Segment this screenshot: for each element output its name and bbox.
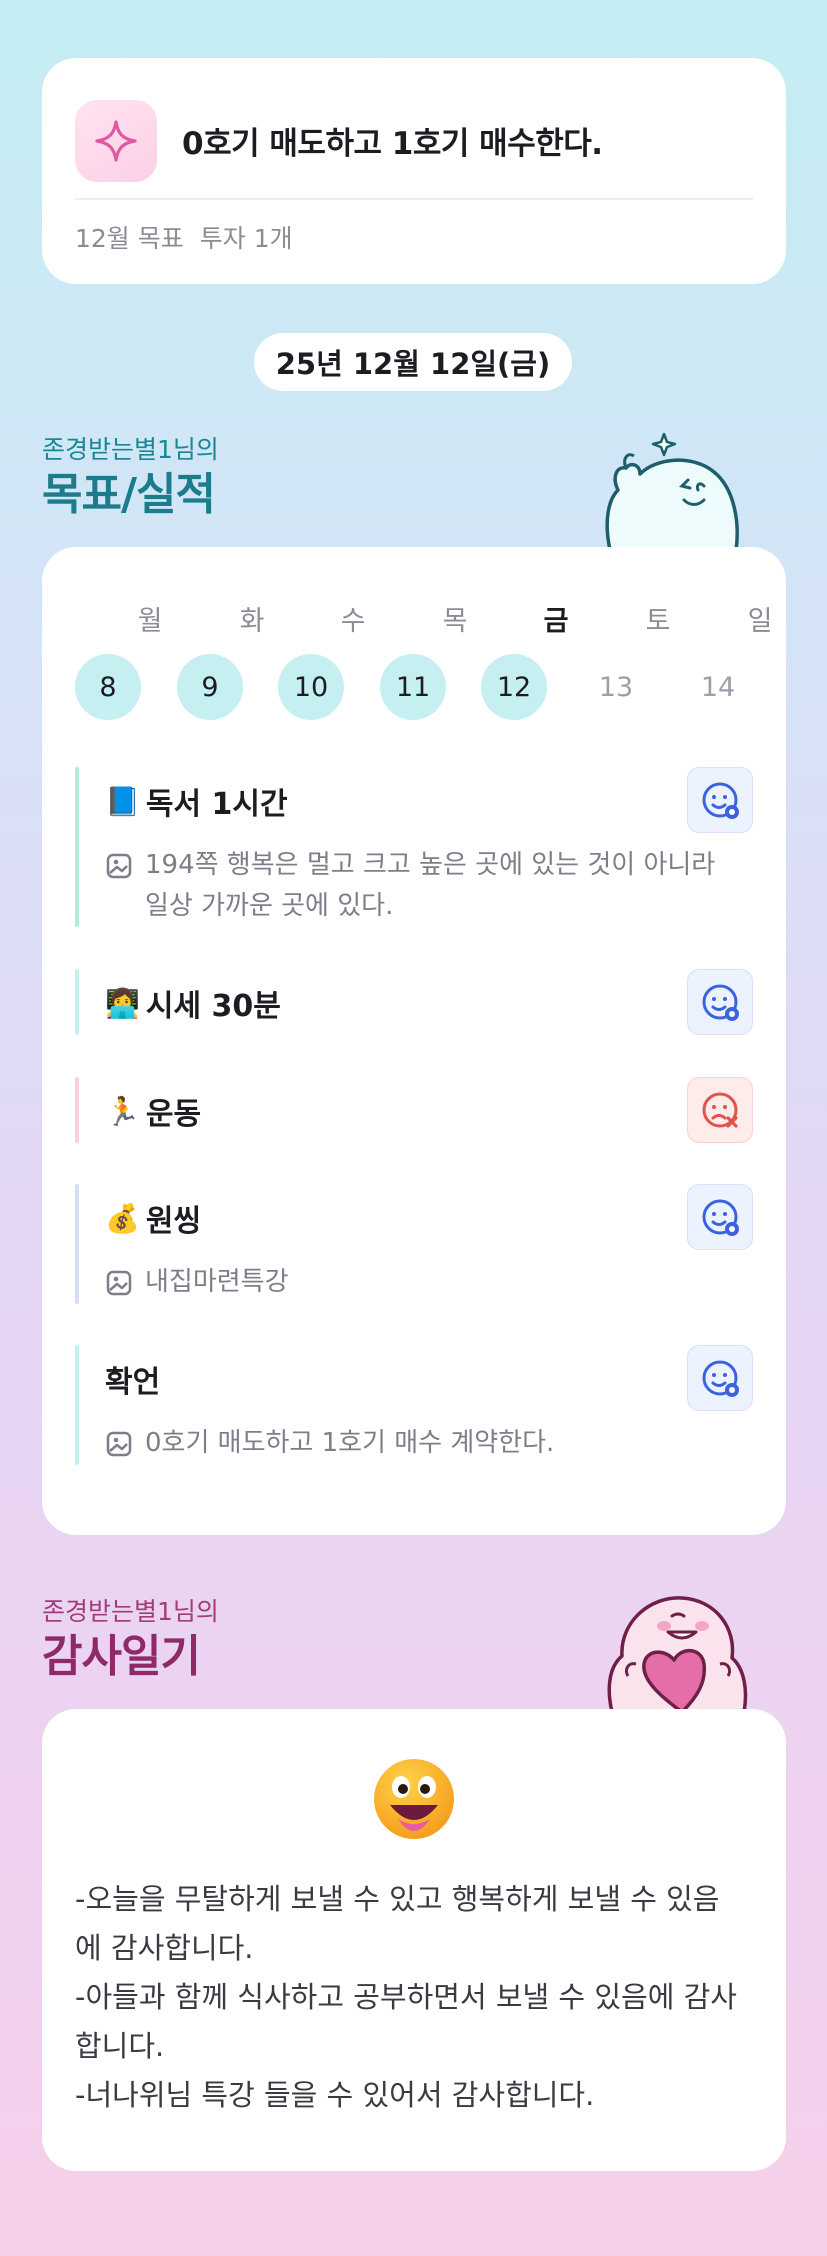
task-color-bar — [75, 1345, 79, 1465]
day-cell[interactable]: 13 — [583, 654, 649, 720]
goal-month-label: 12월 목표 — [75, 224, 184, 253]
running-person-emoji: 🏃 — [105, 1094, 140, 1128]
task-name: 독서 1시간 — [145, 787, 288, 822]
task-item-exercise[interactable]: 🏃 운동 — [75, 1077, 753, 1143]
task-color-bar — [75, 1184, 79, 1304]
gratitude-title: 감사일기 — [42, 1631, 201, 1682]
date-selector[interactable]: 25년 12월 12일(금) — [254, 333, 572, 391]
task-note-text: 0호기 매도하고 1호기 매수 계약한다. — [145, 1428, 555, 1458]
task-item-reading[interactable]: 📘 독서 1시간 194쪽 행복은 멀고 크고 높은 곳에 있는 것이 아니라 … — [75, 767, 753, 927]
heart-mascot-icon — [607, 1596, 748, 1712]
goal-title: 0호기 매도하고 1호기 매수한다. — [182, 126, 603, 162]
gratitude-text: -오늘을 무탈하게 보낼 수 있고 행복하게 보낼 수 있음에 감사합니다. -… — [75, 1882, 737, 2112]
day-cell[interactable]: 8 — [75, 654, 141, 720]
gratitude-card: -오늘을 무탈하게 보낼 수 있고 행복하게 보낼 수 있음에 감사합니다. -… — [42, 1709, 786, 2171]
day-cell-selected[interactable]: 12 — [481, 654, 547, 720]
task-note: 0호기 매도하고 1호기 매수 계약한다. — [105, 1423, 743, 1464]
task-name: 시세 30분 — [145, 989, 281, 1024]
performance-title: 목표/실적 — [42, 469, 216, 520]
task-header: 확언 — [105, 1357, 160, 1401]
day-cell[interactable]: 9 — [177, 654, 243, 720]
task-name: 원씽 — [145, 1204, 202, 1239]
book-emoji: 📘 — [105, 784, 140, 818]
task-name: 운동 — [145, 1097, 202, 1132]
task-color-bar — [75, 1077, 79, 1143]
divider — [75, 198, 753, 200]
task-item-affirmation[interactable]: 확언 0호기 매도하고 1호기 매수 계약한다. — [75, 1345, 753, 1465]
weekday-thu: 목 — [442, 606, 468, 637]
task-header: 📘 독서 1시간 — [105, 779, 288, 823]
grinning-face-icon — [374, 1759, 454, 1839]
task-header: 💰 원씽 — [105, 1196, 201, 1240]
day-cell[interactable]: 14 — [685, 654, 751, 720]
task-header: 👩‍💻 시세 30분 — [105, 981, 281, 1025]
task-note: 194쪽 행복은 멀고 크고 높은 곳에 있는 것이 아니라 일상 가까운 곳에… — [105, 845, 743, 927]
performance-card: 월 화 수 목 금 토 일 8 9 10 11 12 13 14 📘 독서 1시… — [42, 547, 786, 1535]
task-item-one-thing[interactable]: 💰 원씽 내집마련특강 — [75, 1184, 753, 1304]
laptop-person-emoji: 👩‍💻 — [105, 986, 140, 1020]
weekday-fri: 금 — [543, 606, 569, 637]
money-bag-emoji: 💰 — [105, 1201, 140, 1235]
goal-meta: 12월 목표 투자 1개 — [75, 219, 293, 255]
weekday-tue: 화 — [239, 606, 265, 637]
done-smile-icon[interactable] — [687, 969, 753, 1035]
task-note-text: 내집마련특강 — [145, 1267, 289, 1297]
goal-category-label: 투자 1개 — [199, 224, 293, 253]
done-smile-icon[interactable] — [687, 767, 753, 833]
task-item-market-price[interactable]: 👩‍💻 시세 30분 — [75, 969, 753, 1035]
day-cell[interactable]: 11 — [380, 654, 446, 720]
image-note-icon — [106, 853, 132, 879]
monthly-goal-card[interactable]: 0호기 매도하고 1호기 매수한다. 12월 목표 투자 1개 — [42, 58, 786, 284]
waving-mascot-icon — [605, 432, 739, 550]
weekday-sat: 토 — [645, 606, 671, 637]
failed-sad-icon[interactable] — [687, 1077, 753, 1143]
done-smile-icon[interactable] — [687, 1184, 753, 1250]
sparkle-icon — [75, 100, 157, 182]
task-header: 🏃 운동 — [105, 1089, 201, 1133]
task-note-text: 194쪽 행복은 멀고 크고 높은 곳에 있는 것이 아니라 일상 가까운 곳에… — [145, 850, 716, 921]
weekday-wed: 수 — [340, 606, 366, 637]
task-color-bar — [75, 969, 79, 1035]
task-color-bar — [75, 767, 79, 927]
image-note-icon — [106, 1270, 132, 1296]
day-cell[interactable]: 10 — [278, 654, 344, 720]
task-note: 내집마련특강 — [105, 1262, 743, 1303]
image-note-icon — [106, 1431, 132, 1457]
task-name: 확언 — [105, 1365, 161, 1400]
weekday-mon: 월 — [137, 606, 163, 637]
weekday-sun: 일 — [747, 606, 773, 637]
done-smile-icon[interactable] — [687, 1345, 753, 1411]
